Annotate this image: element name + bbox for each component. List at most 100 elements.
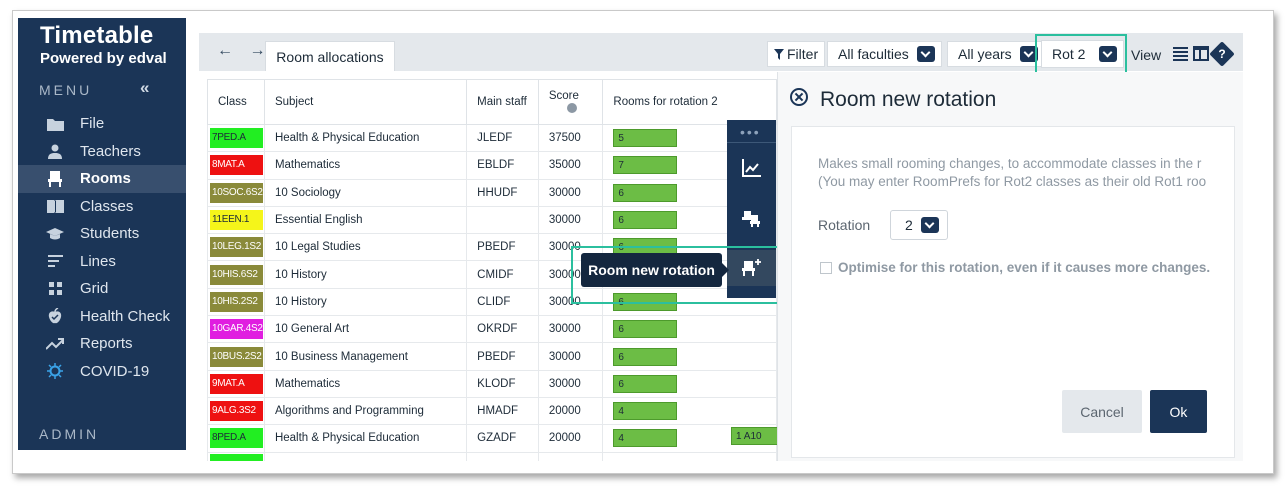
sidebar-item-rooms[interactable]: Rooms — [18, 165, 186, 193]
faculties-dropdown[interactable]: All faculties — [827, 41, 942, 67]
filter-button[interactable]: Filter — [767, 41, 826, 67]
room-count-bar[interactable]: 6 — [613, 347, 678, 366]
cell-rooms[interactable]: 6 — [602, 342, 777, 371]
room-count-bar[interactable]: 6 — [613, 320, 678, 339]
sidebar-item-reports[interactable]: Reports — [18, 330, 186, 358]
room-chip-a10[interactable]: 1 A10 — [731, 427, 777, 445]
room-count-bar[interactable]: 5 — [613, 129, 678, 148]
sidebar-item-label: Reports — [80, 335, 133, 353]
sort-icon[interactable] — [566, 102, 577, 113]
column-header-main-staff[interactable]: Main staff — [466, 79, 539, 125]
table-row[interactable]: 9MAT.A Mathematics KLODF 30000 6 — [207, 369, 777, 398]
class-chip[interactable] — [210, 454, 263, 461]
cell-class[interactable]: 9MAT.A — [207, 369, 265, 398]
drag-handle-icon[interactable]: ••• — [740, 124, 761, 140]
class-chip[interactable]: 10HIS.6S2 — [210, 264, 263, 285]
virus-icon — [46, 363, 64, 380]
class-chip[interactable]: 10BUS.2S2 — [210, 346, 263, 367]
room-count-bar[interactable]: 6 — [613, 374, 678, 393]
sidebar-item-label: COVID-19 — [80, 362, 150, 380]
list-view-icon[interactable] — [1173, 47, 1188, 61]
cell-rooms[interactable]: 6 — [602, 315, 777, 344]
cell-class[interactable]: 10HIS.2S2 — [207, 287, 265, 317]
sidebar-nav: File Teachers Rooms Classes Students Lin… — [18, 110, 186, 385]
cell-class[interactable]: 11EEN.1 — [207, 205, 265, 235]
trend-chart-button[interactable] — [727, 150, 776, 186]
class-chip[interactable]: 10HIS.2S2 — [210, 291, 263, 312]
column-header-rooms[interactable]: Rooms for rotation 2 — [602, 79, 777, 125]
person-icon — [46, 143, 64, 159]
ok-button[interactable]: Ok — [1150, 390, 1207, 433]
table-row[interactable]: 7PED.A Health & Physical Education JLEDF 37… — [207, 123, 777, 153]
years-dropdown[interactable]: All years — [947, 41, 1045, 67]
optimise-checkbox[interactable] — [820, 262, 832, 274]
cell-subject: 10 Legal Studies — [263, 233, 468, 262]
close-icon[interactable] — [790, 88, 808, 106]
sidebar-item-grid[interactable]: Grid — [18, 275, 186, 303]
table-row[interactable]: 11EEN.1 Essential English 30000 6 — [207, 205, 777, 235]
cell-class[interactable]: 10GAR.4S2 — [207, 315, 265, 344]
cell-rooms[interactable] — [602, 451, 777, 461]
sidebar-item-students[interactable]: Students — [18, 220, 186, 248]
table-row[interactable]: 9ALG.3S2 Algorithms and Programming HMADF 2… — [207, 396, 777, 426]
class-chip[interactable]: 7PED.A — [210, 128, 263, 149]
room-count-bar[interactable]: 4 — [613, 429, 678, 448]
class-chip[interactable]: 9ALG.3S2 — [210, 401, 263, 422]
rotation-select-value: 2 — [905, 217, 913, 233]
cell-class[interactable]: 10BUS.2S2 — [207, 342, 265, 371]
cell-rooms[interactable]: 4 — [602, 396, 777, 426]
sidebar-item-health-check[interactable]: Health Check — [18, 303, 186, 331]
cell-class[interactable]: 7PED.A — [207, 123, 265, 153]
sidebar-item-file[interactable]: File — [18, 110, 186, 138]
room-count-bar[interactable]: 7 — [613, 156, 678, 175]
class-chip[interactable]: 10LEG.1S2 — [210, 237, 263, 258]
column-header-class[interactable]: Class — [207, 79, 265, 125]
cancel-button[interactable]: Cancel — [1062, 390, 1142, 433]
nav-arrows[interactable]: ← → — [217, 42, 271, 60]
cell-class[interactable]: 10HIS.6S2 — [207, 260, 265, 289]
room-count-bar[interactable]: 4 — [613, 402, 678, 421]
collapse-sidebar-icon[interactable]: « — [140, 78, 149, 98]
sidebar: Timetable Powered by edval MENU « File T… — [18, 18, 186, 450]
column-header-subject[interactable]: Subject — [263, 79, 468, 125]
cell-score: 20000 — [537, 396, 604, 426]
sidebar-item-covid-19[interactable]: COVID-19 — [18, 358, 186, 386]
sidebar-item-lines[interactable]: Lines — [18, 248, 186, 276]
cell-rooms[interactable]: 6 — [602, 369, 777, 398]
table-row[interactable] — [207, 451, 777, 461]
class-chip[interactable]: 9MAT.A — [210, 373, 263, 394]
sidebar-item-classes[interactable]: Classes — [18, 193, 186, 221]
class-chip[interactable]: 8MAT.A — [210, 155, 263, 176]
cell-class[interactable]: 9ALG.3S2 — [207, 396, 265, 426]
book-icon — [46, 198, 64, 214]
cell-class[interactable]: 10LEG.1S2 — [207, 233, 265, 262]
room-count-bar[interactable]: 6 — [613, 211, 678, 230]
tab-room-allocations[interactable]: Room allocations — [265, 41, 395, 71]
cell-main-staff — [466, 205, 539, 235]
table-header-row: Class Subject Main staff Score Rooms for… — [207, 79, 777, 125]
table-row[interactable]: 10SOC.6S2 10 Sociology HHUDF 30000 6 — [207, 178, 777, 207]
room-chairs-button[interactable] — [727, 200, 776, 236]
class-chip[interactable]: 10GAR.4S2 — [210, 319, 263, 340]
table-view-icon[interactable] — [1193, 46, 1209, 61]
column-header-score[interactable]: Score — [537, 79, 604, 125]
table-row[interactable]: 10BUS.2S2 10 Business Management PBEDF 3000… — [207, 342, 777, 371]
table-row[interactable]: 10GAR.4S2 10 General Art OKRDF 30000 6 — [207, 315, 777, 344]
cell-class[interactable]: 10SOC.6S2 — [207, 178, 265, 207]
grid-icon — [46, 281, 64, 297]
cell-class[interactable] — [207, 451, 265, 461]
optimise-checkbox-label[interactable]: Optimise for this rotation, even if it c… — [838, 260, 1210, 275]
room-count-bar[interactable]: 6 — [613, 183, 678, 202]
class-chip[interactable]: 8PED.A — [210, 428, 263, 449]
table-row[interactable]: 8MAT.A Mathematics EBLDF 35000 7 — [207, 151, 777, 180]
class-chip[interactable]: 10SOC.6S2 — [210, 182, 263, 203]
help-icon[interactable]: ? — [1209, 41, 1235, 67]
table-row[interactable]: 8PED.A Health & Physical Education GZADF 20… — [207, 424, 777, 453]
class-chip[interactable]: 11EEN.1 — [210, 210, 263, 231]
cell-class[interactable]: 8PED.A — [207, 424, 265, 453]
help-glyph: ? — [1218, 47, 1226, 61]
cell-class[interactable]: 8MAT.A — [207, 151, 265, 180]
rotation-select[interactable]: 2 — [890, 210, 948, 240]
sidebar-item-teachers[interactable]: Teachers — [18, 138, 186, 166]
header-label: Score — [548, 90, 579, 102]
